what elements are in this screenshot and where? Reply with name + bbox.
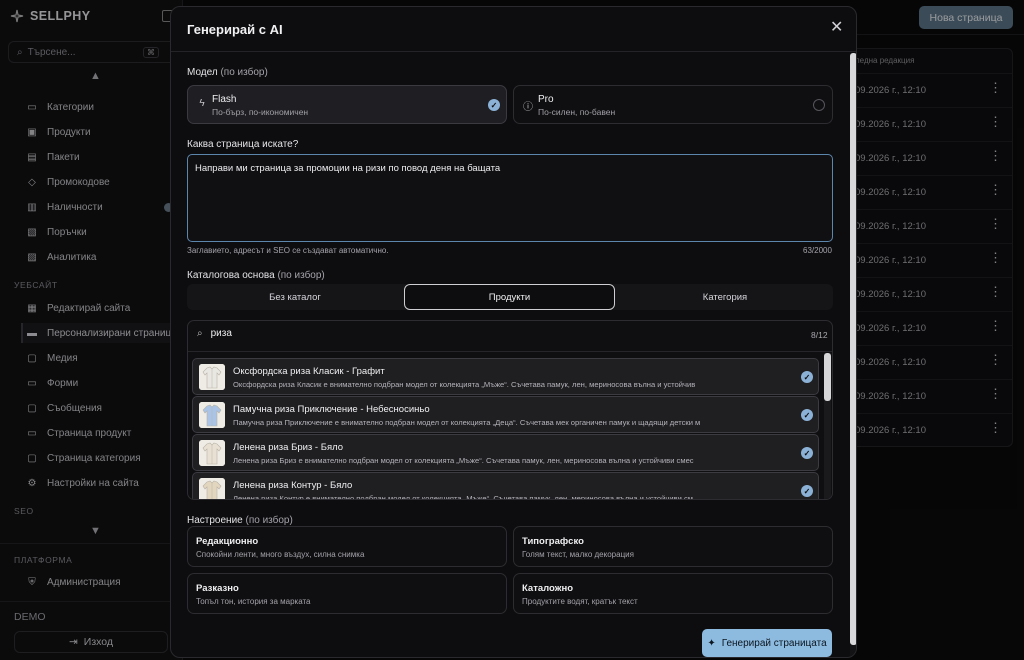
check-icon: ✓ (801, 371, 813, 383)
char-counter: 63/2000 (803, 246, 832, 255)
check-icon: ✓ (801, 409, 813, 421)
mood-desc: Топъл тон, история за марката (196, 597, 311, 606)
tab-products[interactable]: Продукти (404, 284, 615, 310)
mood-desc: Продуктите водят, кратък текст (522, 597, 638, 606)
mood-option[interactable]: Разказно Топъл тон, история за марката (187, 573, 507, 614)
model-desc: По-бърз, по-икономичен (212, 107, 309, 117)
model-desc: По-силен, по-бавен (538, 107, 616, 117)
optional-hint: (по избор) (245, 515, 293, 526)
search-icon: ⌕ (197, 328, 203, 339)
mood-label-text: Настроение (187, 515, 243, 526)
model-name: Pro (538, 94, 554, 105)
dialog-title: Генерирай с AI (187, 22, 283, 37)
check-icon: ✓ (801, 485, 813, 497)
generate-label: Генерирай страницата (721, 637, 827, 649)
model-label: Модел (по избор) (187, 67, 268, 78)
mood-name: Редакционно (196, 536, 259, 547)
model-option-pro[interactable]: ⓘ Pro По-силен, по-бавен (513, 85, 833, 124)
product-option[interactable]: Ленена риза Бриз - Бяло Ленена риза Бриз … (192, 434, 819, 471)
mood-desc: Голям текст, малко декорация (522, 550, 634, 559)
scrollbar-thumb[interactable] (824, 353, 831, 401)
product-search-value: риза (210, 328, 232, 339)
model-option-flash[interactable]: ϟ Flash По-бърз, по-икономичен ✓ (187, 85, 507, 124)
product-description: Ленена риза Бриз е внимателно подбран мо… (233, 456, 694, 465)
optional-hint: (по избор) (277, 270, 325, 281)
divider (188, 351, 832, 352)
shirt-image (199, 478, 225, 499)
product-option[interactable]: Ленена риза Контур - Бяло Ленена риза Кон… (192, 472, 819, 500)
product-thumbnail (199, 402, 225, 428)
product-name: Оксфордска риза Класик - Графит (233, 366, 385, 377)
lightning-icon: ϟ (199, 98, 205, 109)
radio-unselected (813, 99, 825, 111)
divider (171, 51, 856, 52)
shirt-image (199, 402, 225, 428)
mood-option[interactable]: Каталожно Продуктите водят, кратък текст (513, 573, 833, 614)
product-description: Памучна риза Приключение е внимателно по… (233, 418, 701, 427)
product-option[interactable]: Оксфордска риза Класик - Графит Оксфордск… (192, 358, 819, 395)
close-icon[interactable]: ✕ (830, 20, 844, 36)
sparkle-icon: ✦ (707, 637, 716, 649)
catalog-label-text: Каталогова основа (187, 270, 275, 281)
product-name: Ленена риза Бриз - Бяло (233, 442, 344, 453)
product-description: Ленена риза Контур е внимателно подбран … (233, 494, 693, 500)
check-icon: ✓ (801, 447, 813, 459)
model-name: Flash (212, 94, 237, 105)
ai-generate-dialog: Генерирай с AI ✕ Модел (по избор) ϟ Flas… (170, 6, 857, 658)
catalog-tabs: Без каталог Продукти Категория (187, 284, 833, 310)
product-picker: ⌕ риза 8/12 Оксфордска риза Класик - Гра… (187, 320, 833, 500)
product-thumbnail (199, 440, 225, 466)
product-search-input[interactable]: ⌕ риза (197, 328, 232, 339)
mood-option[interactable]: Типографско Голям текст, малко декорация (513, 526, 833, 567)
generate-page-button[interactable]: ✦ Генерирай страницата (702, 629, 832, 657)
product-name: Памучна риза Приключение - Небесносиньо (233, 404, 430, 415)
selected-count: 8/12 (811, 330, 828, 340)
product-name: Ленена риза Контур - Бяло (233, 480, 353, 491)
prompt-helper-text: Заглавието, адресът и SEO се създават ав… (187, 246, 389, 255)
mood-label: Настроение (по избор) (187, 515, 293, 526)
check-icon: ✓ (488, 99, 500, 111)
prompt-label: Каква страница искате? (187, 139, 299, 150)
product-description: Оксфордска риза Класик е внимателно подб… (233, 380, 696, 389)
product-thumbnail (199, 478, 225, 499)
mood-name: Типографско (522, 536, 584, 547)
prompt-textarea[interactable]: Направи ми страница за промоции на ризи … (187, 154, 833, 242)
product-option[interactable]: Памучна риза Приключение - Небесносиньо П… (192, 396, 819, 433)
mood-name: Каталожно (522, 583, 573, 594)
tab-category[interactable]: Категория (617, 284, 833, 310)
mood-name: Разказно (196, 583, 239, 594)
catalog-label: Каталогова основа (по избор) (187, 270, 325, 281)
mood-desc: Спокойни ленти, много въздух, силна сним… (196, 550, 365, 559)
shirt-image (199, 364, 225, 390)
info-circle-icon: ⓘ (523, 102, 533, 113)
model-label-text: Модел (187, 67, 218, 78)
mood-option[interactable]: Редакционно Спокойни ленти, много въздух,… (187, 526, 507, 567)
product-thumbnail (199, 364, 225, 390)
shirt-image (199, 440, 225, 466)
tab-no-catalog[interactable]: Без каталог (187, 284, 403, 310)
optional-hint: (по избор) (220, 67, 268, 78)
dialog-scrollbar-thumb[interactable] (850, 53, 856, 645)
